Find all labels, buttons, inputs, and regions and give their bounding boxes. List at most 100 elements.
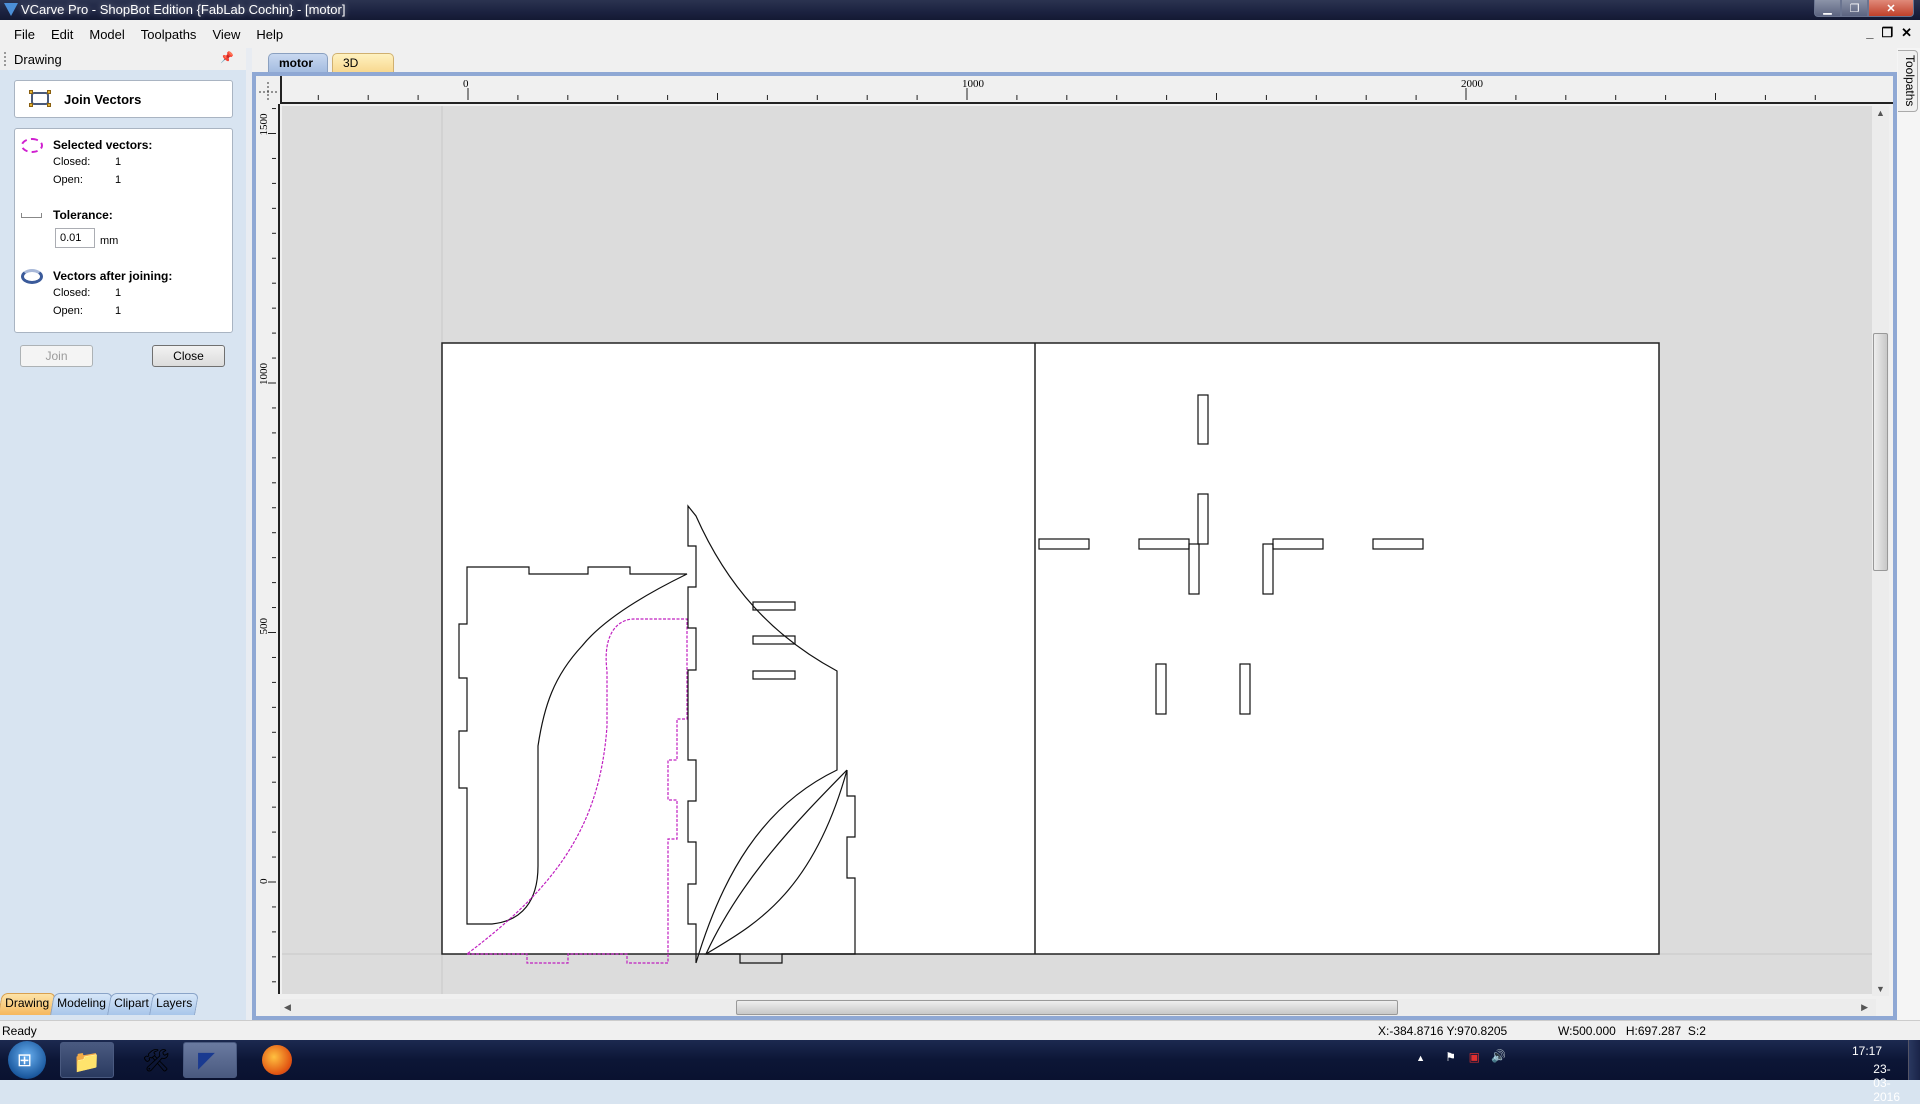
tab-layers[interactable]: Layers (149, 993, 200, 1015)
tool-title: Join Vectors (64, 92, 142, 107)
vertical-scrollbar[interactable]: ▲ ▼ (1872, 106, 1889, 996)
view-frame: 0 1000 2000 1500 1000 500 0 ▲ ▼ ◀ ▶ (252, 72, 1897, 1020)
selection-dimensions: W:500.000 H:697.287 S:2 (1558, 1024, 1706, 1038)
firefox-taskbar-button[interactable] (258, 1042, 298, 1078)
vcarve-icon: ◤ (198, 1047, 215, 1072)
horizontal-scroll-thumb[interactable] (736, 1000, 1398, 1015)
vectors-after-icon (21, 269, 43, 284)
clock-date[interactable]: 23-03-2016 (1873, 1062, 1900, 1104)
show-desktop-button[interactable] (1908, 1040, 1920, 1080)
tolerance-title: Tolerance: (53, 208, 113, 222)
vertical-ruler: 1500 1000 500 0 (256, 104, 280, 994)
ruler-label: 500 (258, 618, 270, 635)
label: Closed: (53, 287, 91, 299)
ruler-label: 0 (463, 78, 469, 90)
pin-icon[interactable]: 📌 (220, 51, 234, 64)
value: 1 (115, 287, 122, 299)
shopbot-icon: 🛠 (142, 1048, 170, 1073)
shopbot-taskbar-button[interactable]: 🛠 (136, 1042, 176, 1078)
panel-tabs: Drawing Modeling Clipart Layers (0, 993, 200, 1017)
vertical-scroll-thumb[interactable] (1873, 333, 1888, 571)
title-bar: VCarve Pro - ShopBot Edition {FabLab Coc… (0, 0, 1920, 20)
tab-label: Drawing (5, 996, 50, 1010)
after-open-row: Open: 1 (53, 305, 121, 317)
show-hidden-icons[interactable]: ▲ (1416, 1053, 1425, 1063)
horizontal-ruler: 0 1000 2000 (280, 76, 1893, 104)
ruler-label: 0 (258, 878, 270, 884)
volume-icon[interactable]: 🔊 (1491, 1049, 1506, 1063)
clock-time[interactable]: 17:17 (1852, 1044, 1882, 1058)
menu-model[interactable]: Model (81, 27, 132, 42)
doc-restore-button[interactable]: ❐ (1881, 25, 1893, 41)
menu-toolpaths[interactable]: Toolpaths (133, 27, 205, 42)
tolerance-input[interactable] (55, 228, 95, 248)
grip-handle[interactable] (4, 52, 6, 66)
tab-3d-view[interactable]: 3D View (332, 53, 394, 84)
horizontal-scrollbar[interactable]: ◀ ▶ (280, 999, 1876, 1016)
label: Open: (53, 174, 83, 186)
status-bar: Ready X:-384.8716 Y:970.8205 W:500.000 H… (0, 1020, 1920, 1040)
after-closed-row: Closed: 1 (53, 287, 121, 299)
selected-open-row: Open: 1 (53, 174, 121, 186)
menu-file[interactable]: File (6, 27, 43, 42)
network-icon[interactable]: ▣ (1469, 1050, 1480, 1064)
tab-label: Modeling (57, 996, 106, 1010)
scroll-left-icon[interactable]: ◀ (284, 1002, 291, 1013)
2d-view: 0 1000 2000 1500 1000 500 0 ▲ ▼ ◀ ▶ (256, 76, 1893, 1016)
drawing-canvas[interactable] (282, 106, 1872, 994)
material-sheet (441, 342, 1660, 955)
tool-header: Join Vectors (14, 80, 233, 118)
scroll-up-icon[interactable]: ▲ (1876, 108, 1885, 118)
menu-edit[interactable]: Edit (43, 27, 81, 42)
document-tabs: motor 3D View (252, 48, 1900, 84)
ruler-label: 2000 (1461, 78, 1484, 90)
value: 1 (115, 305, 122, 317)
right-dock (1897, 48, 1920, 1020)
app-logo-icon (4, 3, 18, 16)
value: 1 (115, 156, 122, 168)
join-vectors-icon (29, 90, 51, 107)
tab-drawing[interactable]: Drawing (0, 993, 56, 1015)
canvas-svg (282, 106, 1872, 994)
tab-modeling[interactable]: Modeling (50, 993, 113, 1015)
ruler-icon (21, 213, 42, 218)
toolpaths-tab[interactable]: Toolpaths (1898, 50, 1918, 112)
label: Open: (53, 305, 83, 317)
scroll-right-icon[interactable]: ▶ (1861, 1002, 1868, 1013)
vcarve-taskbar-button[interactable]: ◤ (183, 1042, 237, 1078)
ruler-label: 1000 (962, 78, 985, 90)
panel-title: Drawing (14, 52, 62, 67)
action-center-flag-icon[interactable]: ⚑ (1445, 1050, 1456, 1064)
scroll-down-icon[interactable]: ▼ (1876, 984, 1885, 994)
join-button[interactable]: Join (20, 345, 93, 367)
windows-logo-icon: ⊞ (17, 1050, 33, 1070)
tab-label: Clipart (113, 996, 149, 1010)
tab-motor[interactable]: motor (268, 53, 328, 72)
tab-clipart[interactable]: Clipart (106, 993, 156, 1015)
explorer-taskbar-button[interactable]: 📁 (60, 1042, 114, 1078)
menu-view[interactable]: View (204, 27, 248, 42)
label: Closed: (53, 156, 91, 168)
close-window-button[interactable]: ✕ (1868, 0, 1914, 17)
menu-help[interactable]: Help (248, 27, 291, 42)
maximize-button[interactable]: ❐ (1841, 0, 1868, 17)
selected-closed-row: Closed: 1 (53, 156, 121, 168)
tolerance-unit: mm (100, 235, 119, 247)
status-text: Ready (2, 1024, 37, 1038)
value: 1 (115, 174, 122, 186)
after-title: Vectors after joining: (53, 269, 173, 283)
minimize-button[interactable]: ▁ (1814, 0, 1841, 17)
ruler-label: 1000 (258, 363, 270, 386)
join-info-box: Selected vectors: Closed: 1 Open: 1 Tolera… (14, 128, 233, 333)
folder-icon: 📁 (73, 1049, 101, 1074)
menu-bar: File Edit Model Toolpaths View Help (0, 20, 1920, 48)
doc-close-button[interactable]: ✕ (1901, 25, 1912, 41)
doc-minimize-button[interactable]: _ (1866, 25, 1873, 41)
window-title: VCarve Pro - ShopBot Edition {FabLab Coc… (21, 2, 346, 17)
close-button[interactable]: Close (152, 345, 225, 367)
cursor-coordinates: X:-384.8716 Y:970.8205 (1378, 1024, 1508, 1038)
start-button[interactable]: ⊞ (8, 1041, 46, 1079)
ruler-label: 1500 (258, 113, 270, 136)
taskbar: ⊞ 📁 🛠 ◤ ▲ ⚑ ▣ 🔊 17:17 23-03-2016 (0, 1040, 1920, 1104)
origin-crosshair-icon[interactable] (256, 76, 280, 104)
